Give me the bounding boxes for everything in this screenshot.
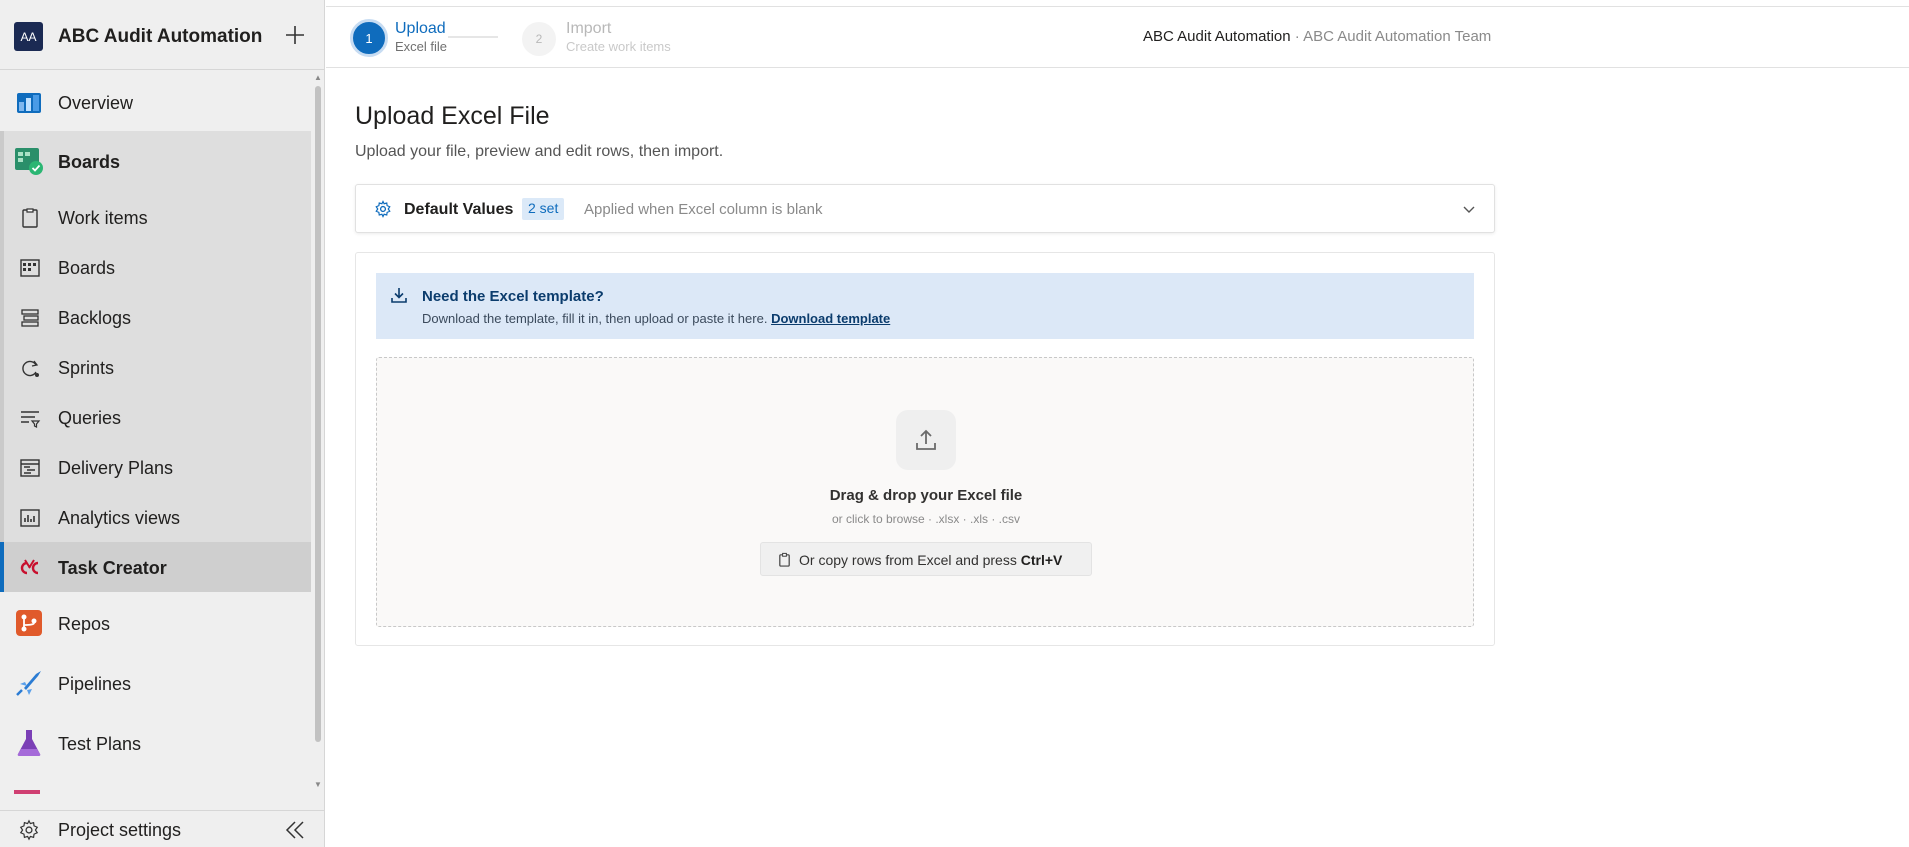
step-1-indicator[interactable]: 1 — [350, 19, 388, 57]
boards-hub-icon — [14, 146, 44, 176]
upload-card: Need the Excel template? Download the te… — [355, 252, 1495, 646]
step-1-title[interactable]: Upload — [395, 20, 446, 38]
step-2-subtitle: Create work items — [566, 39, 671, 54]
sidebar-item-label: Delivery Plans — [58, 458, 174, 478]
repos-icon — [14, 608, 44, 638]
top-bar: 1 Upload Excel file 2 Import Create work… — [326, 6, 1909, 68]
breadcrumb-team[interactable]: ABC Audit Automation Team — [1303, 28, 1491, 45]
step-2-indicator: 2 — [522, 22, 556, 56]
download-icon — [391, 288, 407, 303]
sidebar-item-label: Work items — [58, 208, 148, 228]
sidebar-item-label: Test Plans — [58, 734, 142, 754]
sidebar-item-queries[interactable]: Queries — [0, 393, 311, 443]
sprints-icon — [18, 356, 42, 380]
add-icon[interactable] — [282, 22, 308, 48]
paste-text: Or copy rows from Excel and press — [799, 552, 1017, 568]
sidebar-item-label: Repos — [58, 614, 111, 634]
sidebar-item-backlogs[interactable]: Backlogs — [0, 293, 311, 343]
project-avatar[interactable]: AA — [14, 22, 43, 51]
sidebar-item-label: Task Creator — [58, 558, 167, 578]
analytics-views-icon — [18, 506, 42, 530]
breadcrumb: ABC Audit Automation · ABC Audit Automat… — [1143, 28, 1491, 45]
sidebar-item-label: Boards — [58, 152, 121, 172]
project-name[interactable]: ABC Audit Automation — [58, 26, 262, 48]
paste-shortcut: Ctrl+V — [1020, 552, 1063, 568]
gear-icon — [19, 819, 39, 841]
boards-icon — [18, 256, 42, 280]
sidebar-scroll-thumb[interactable] — [315, 86, 321, 742]
download-template-link[interactable]: Download template — [771, 311, 890, 326]
upload-icon — [896, 410, 956, 470]
sidebar-item-task-creator[interactable]: Task Creator — [0, 543, 311, 593]
project-header: AA ABC Audit Automation — [0, 0, 325, 70]
pipelines-icon — [14, 668, 44, 698]
default-values-title: Default Values — [404, 201, 514, 218]
project-settings-label: Project settings — [58, 820, 182, 840]
page-title: Upload Excel File — [355, 102, 550, 130]
sidebar-item-repos[interactable]: Repos — [0, 594, 311, 654]
template-banner: Need the Excel template? Download the te… — [376, 273, 1474, 339]
work-items-icon — [18, 206, 42, 230]
gear-icon — [375, 200, 391, 218]
paste-from-excel-button[interactable]: Or copy rows from Excel and press Ctrl+V — [760, 542, 1092, 576]
default-values-count-badge: 2 set — [522, 198, 565, 220]
sidebar-item-analytics-views[interactable]: Analytics views — [0, 493, 311, 543]
scroll-down-arrow-icon[interactable]: ▼ — [313, 780, 323, 790]
default-values-panel[interactable]: Default Values 2 set Applied when Excel … — [355, 184, 1495, 233]
clipboard-icon — [779, 552, 790, 567]
step-connector — [448, 36, 498, 38]
delivery-plans-icon — [18, 456, 42, 480]
sidebar-item-label: Backlogs — [58, 308, 132, 328]
dropzone-subtitle: or click to browse · .xlsx · .xls · .csv — [831, 512, 1021, 526]
sidebar-item-label: Overview — [58, 93, 134, 113]
template-banner-description: Download the template, fill it in, then … — [422, 311, 768, 326]
queries-icon — [18, 406, 42, 430]
chevron-down-icon[interactable] — [1461, 201, 1477, 217]
sidebar-item-label: Analytics views — [58, 508, 181, 528]
sidebar-item-label: Boards — [58, 258, 116, 278]
backlogs-icon — [18, 306, 42, 330]
paste-instruction: Or copy rows from Excel and press Ctrl+V — [799, 552, 1062, 568]
overview-icon — [14, 88, 44, 118]
step-1-subtitle: Excel file — [395, 39, 448, 54]
file-dropzone[interactable]: Drag & drop your Excel file or click to … — [376, 357, 1474, 627]
template-banner-text: Download the template, fill it in, then … — [422, 311, 890, 326]
task-creator-icon — [18, 556, 42, 580]
sidebar-item-label: Pipelines — [58, 674, 132, 694]
sidebar-item-boards[interactable]: Boards — [0, 243, 311, 293]
collapse-sidebar-icon[interactable] — [282, 817, 308, 843]
project-settings[interactable]: Project settings — [0, 810, 325, 847]
dropzone-title: Drag & drop your Excel file — [829, 487, 1023, 504]
sidebar-item-overview[interactable]: Overview — [0, 73, 311, 133]
sidebar-item-boards-hub[interactable]: Boards — [0, 132, 311, 192]
template-banner-title: Need the Excel template? — [422, 288, 604, 305]
sidebar-item-pipelines[interactable]: Pipelines — [0, 654, 311, 714]
sidebar: AA ABC Audit Automation Overview Boards … — [0, 0, 325, 847]
test-plans-icon — [14, 728, 44, 758]
sidebar-item-work-items[interactable]: Work items — [0, 193, 311, 243]
sidebar-item-test-plans[interactable]: Test Plans — [0, 714, 311, 774]
sidebar-item-delivery-plans[interactable]: Delivery Plans — [0, 443, 311, 493]
page-subtitle: Upload your file, preview and edit rows,… — [355, 143, 724, 160]
scroll-up-arrow-icon[interactable]: ▲ — [313, 73, 323, 83]
default-values-hint: Applied when Excel column is blank — [584, 201, 823, 218]
sidebar-item-sprints[interactable]: Sprints — [0, 343, 311, 393]
breadcrumb-separator: · — [1290, 28, 1304, 45]
breadcrumb-project[interactable]: ABC Audit Automation — [1143, 28, 1291, 45]
sidebar-item-label: Sprints — [58, 358, 115, 378]
step-2-title: Import — [566, 20, 612, 37]
sidebar-item-label: Queries — [58, 408, 122, 428]
more-items-icon — [14, 790, 40, 794]
